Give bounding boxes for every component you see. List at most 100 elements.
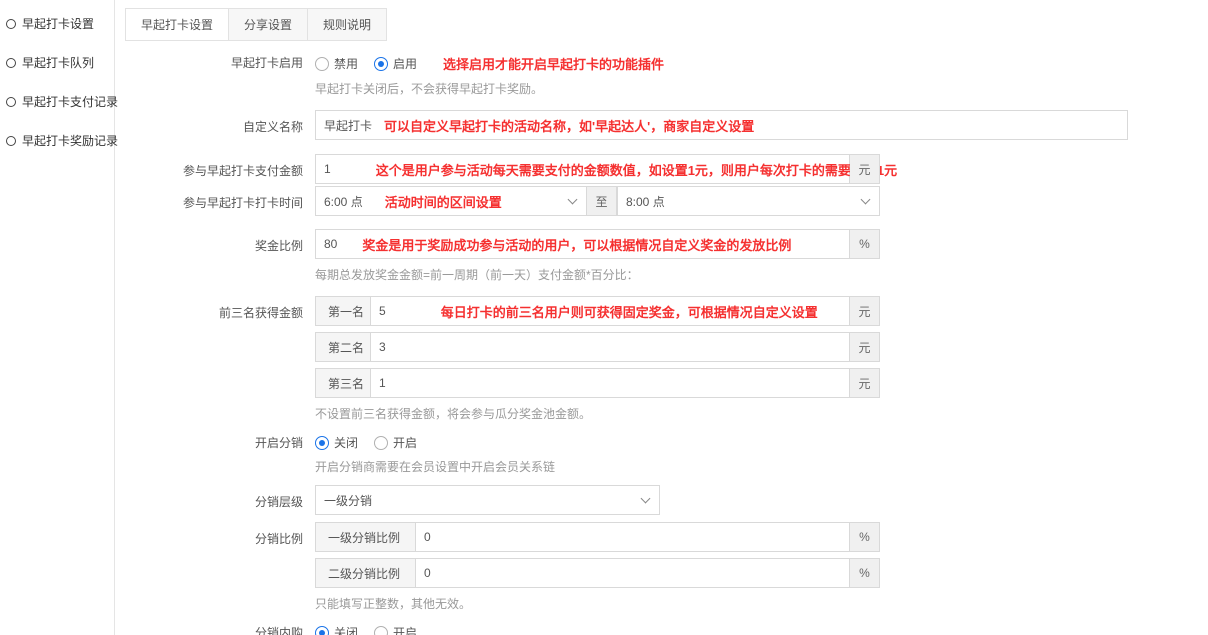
radio-icon [315, 57, 329, 71]
sidebar: 早起打卡设置 早起打卡队列 早起打卡支付记录 早起打卡奖励记录 [0, 0, 115, 635]
radio-label: 开启 [393, 624, 417, 635]
circle-icon [6, 136, 16, 146]
sidebar-item-label: 早起打卡队列 [22, 54, 94, 71]
ratio-level2-input[interactable]: 0 [415, 558, 850, 588]
enable-help: 早起打卡关闭后，不会获得早起打卡奖励。 [315, 80, 1208, 97]
radio-label: 启用 [393, 55, 417, 72]
enable-radio-disable[interactable]: 禁用 [315, 55, 358, 72]
unit-yuan-addon: 元 [850, 368, 880, 398]
bonus-ratio-hint: 奖金是用于奖励成功参与活动的用户，可以根据情况自定义奖金的发放比例 [362, 235, 791, 254]
time-hint: 活动时间的区间设置 [385, 192, 502, 211]
top3-help: 不设置前三名获得金额，将会参与瓜分奖金池金额。 [315, 405, 1208, 422]
field-label: 前三名获得金额 [125, 296, 315, 321]
ratio-level1-row: 一级分销比例 0 % [315, 522, 1208, 552]
radio-checked-icon [315, 436, 329, 450]
custom-name-input[interactable]: 早起打卡 可以自定义早起打卡的活动名称，如'早起达人'，商家自定义设置 [315, 110, 1128, 140]
input-value: 0 [424, 530, 431, 544]
time-range-separator: 至 [587, 186, 617, 216]
enable-radio-enable[interactable]: 启用 [374, 55, 417, 72]
field-label: 奖金比例 [125, 229, 315, 254]
main-content: 早起打卡设置 分享设置 规则说明 早起打卡启用 禁用 启用 选择启用才能开启早起… [115, 0, 1208, 635]
field-label: 开启分销 [125, 433, 315, 451]
tab-bar: 早起打卡设置 分享设置 规则说明 [125, 8, 1208, 41]
ratio-help: 只能填写正整数，其他无效。 [315, 595, 1208, 612]
field-label: 参与早起打卡支付金额 [125, 154, 315, 179]
time-end-select[interactable]: 8:00 点 [617, 186, 880, 216]
chevron-down-icon [641, 493, 651, 503]
select-value: 6:00 点 [324, 193, 363, 210]
circle-icon [6, 19, 16, 29]
row-checkin-time: 参与早起打卡打卡时间 6:00 点 活动时间的区间设置 至 8:00 点 [125, 186, 1208, 216]
row-top3-amount: 前三名获得金额 第一名 5 每日打卡的前三名用户则可获得固定奖金，可根据情况自定… [125, 296, 1208, 422]
radio-icon [374, 436, 388, 450]
dist-help: 开启分销商需要在会员设置中开启会员关系链 [315, 458, 1208, 475]
inner-radio-off[interactable]: 关闭 [315, 624, 358, 635]
ratio-level2-row: 二级分销比例 0 % [315, 558, 1208, 588]
dist-radio-on[interactable]: 开启 [374, 434, 417, 451]
radio-label: 关闭 [334, 624, 358, 635]
field-label: 分销比例 [125, 522, 315, 547]
ratio-level1-input[interactable]: 0 [415, 522, 850, 552]
top3-first-input[interactable]: 5 每日打卡的前三名用户则可获得固定奖金，可根据情况自定义设置 [370, 296, 850, 326]
top3-first-row: 第一名 5 每日打卡的前三名用户则可获得固定奖金，可根据情况自定义设置 元 [315, 296, 1208, 326]
dist-level-select[interactable]: 一级分销 [315, 485, 660, 515]
sidebar-item-reward-records[interactable]: 早起打卡奖励记录 [0, 121, 114, 160]
radio-label: 禁用 [334, 55, 358, 72]
top3-second-input[interactable]: 3 [370, 332, 850, 362]
circle-icon [6, 97, 16, 107]
radio-label: 开启 [393, 434, 417, 451]
unit-yuan-addon: 元 [850, 332, 880, 362]
enable-hint: 选择启用才能开启早起打卡的功能插件 [443, 54, 664, 73]
input-value: 80 [324, 237, 337, 251]
dist-radio-off[interactable]: 关闭 [315, 434, 358, 451]
unit-yuan-addon: 元 [850, 154, 880, 184]
circle-icon [6, 58, 16, 68]
unit-percent-addon: % [850, 558, 880, 588]
input-value: 5 [379, 304, 386, 318]
row-dist-ratio: 分销比例 一级分销比例 0 % 二级分销比例 0 % 只能填写正整数，其他无效。 [125, 522, 1208, 612]
field-label: 早起打卡启用 [125, 53, 315, 71]
inner-radio-on[interactable]: 开启 [374, 624, 417, 635]
bonus-ratio-input[interactable]: 80 奖金是用于奖励成功参与活动的用户，可以根据情况自定义奖金的发放比例 [315, 229, 850, 259]
field-label: 分销内购 [125, 623, 315, 635]
radio-label: 关闭 [334, 434, 358, 451]
sidebar-item-checkin-queue[interactable]: 早起打卡队列 [0, 43, 114, 82]
row-distribution: 开启分销 关闭 开启 开启分销商需要在会员设置中开启会员关系链 [125, 433, 1208, 475]
row-custom-name: 自定义名称 早起打卡 可以自定义早起打卡的活动名称，如'早起达人'，商家自定义设… [125, 110, 1208, 140]
sidebar-item-label: 早起打卡设置 [22, 15, 94, 32]
field-label: 分销层级 [125, 485, 315, 510]
unit-percent-addon: % [850, 522, 880, 552]
time-start-select[interactable]: 6:00 点 活动时间的区间设置 [315, 186, 587, 216]
pay-amount-hint: 这个是用户参与活动每天需要支付的金额数值，如设置1元，则用户每次打卡的需要支付1… [376, 160, 897, 179]
select-value: 8:00 点 [626, 193, 665, 210]
chevron-down-icon [861, 194, 871, 204]
bonus-ratio-help: 每期总发放奖金金额=前一周期（前一天）支付金额*百分比： [315, 266, 1208, 283]
top3-hint: 每日打卡的前三名用户则可获得固定奖金，可根据情况自定义设置 [441, 302, 818, 321]
ratio-prefix: 一级分销比例 [315, 522, 415, 552]
input-value: 1 [324, 162, 331, 176]
sidebar-item-payment-records[interactable]: 早起打卡支付记录 [0, 82, 114, 121]
top3-third-input[interactable]: 1 [370, 368, 850, 398]
select-value: 一级分销 [324, 492, 372, 509]
row-enable: 早起打卡启用 禁用 启用 选择启用才能开启早起打卡的功能插件 早起打卡关闭后，不… [125, 53, 1208, 97]
rank-prefix: 第一名 [315, 296, 370, 326]
sidebar-item-label: 早起打卡支付记录 [22, 93, 118, 110]
chevron-down-icon [568, 194, 578, 204]
top3-second-row: 第二名 3 元 [315, 332, 1208, 362]
row-inner-purchase: 分销内购 关闭 开启 [125, 623, 1208, 635]
sidebar-item-checkin-settings[interactable]: 早起打卡设置 [0, 4, 114, 43]
rank-prefix: 第三名 [315, 368, 370, 398]
row-dist-level: 分销层级 一级分销 [125, 485, 1208, 515]
custom-name-hint: 可以自定义早起打卡的活动名称，如'早起达人'，商家自定义设置 [384, 116, 754, 135]
row-bonus-ratio: 奖金比例 80 奖金是用于奖励成功参与活动的用户，可以根据情况自定义奖金的发放比… [125, 229, 1208, 283]
unit-percent-addon: % [850, 229, 880, 259]
field-label: 自定义名称 [125, 110, 315, 135]
radio-icon [374, 626, 388, 635]
field-label: 参与早起打卡打卡时间 [125, 186, 315, 211]
tab-share-settings[interactable]: 分享设置 [228, 8, 308, 41]
tab-checkin-settings[interactable]: 早起打卡设置 [125, 8, 229, 41]
pay-amount-input[interactable]: 1 这个是用户参与活动每天需要支付的金额数值，如设置1元，则用户每次打卡的需要支… [315, 154, 850, 184]
radio-checked-icon [315, 626, 329, 635]
ratio-prefix: 二级分销比例 [315, 558, 415, 588]
tab-rules[interactable]: 规则说明 [307, 8, 387, 41]
